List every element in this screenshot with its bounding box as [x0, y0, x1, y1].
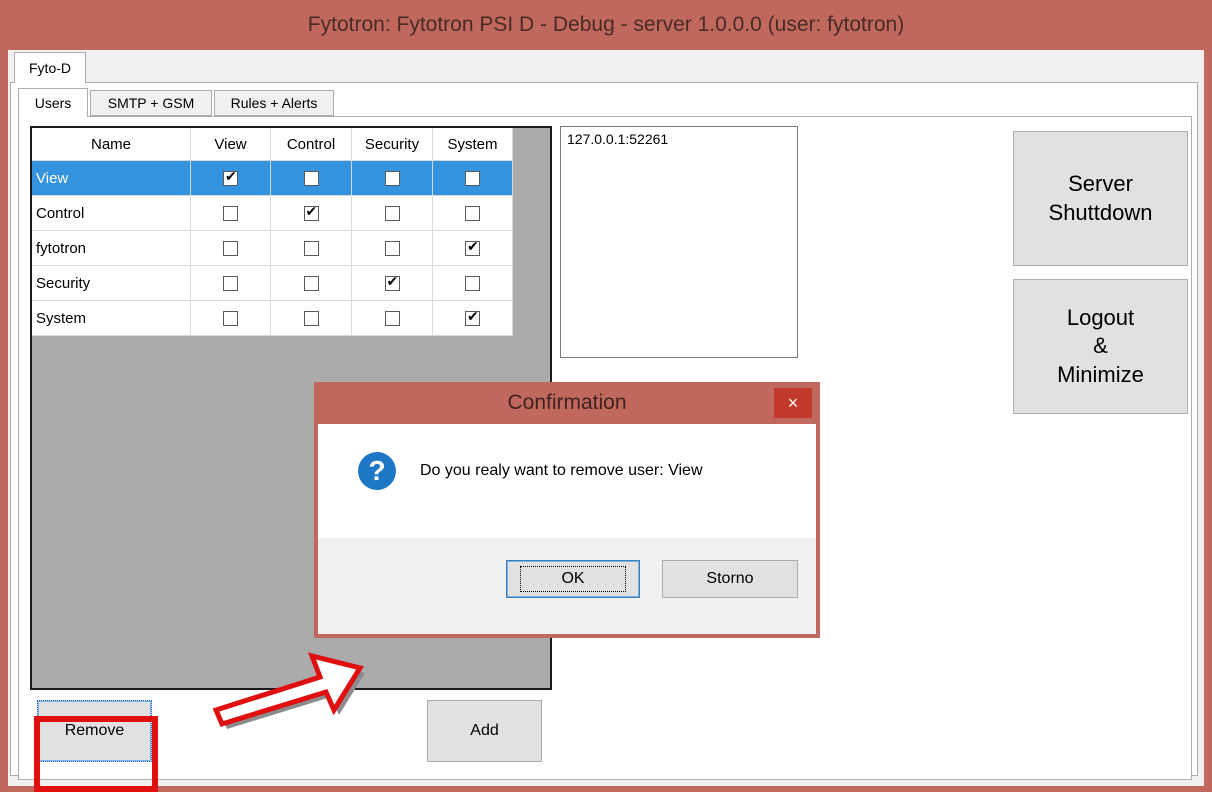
- permission-cell-control: [270, 160, 352, 196]
- security-permission-checkbox[interactable]: [384, 206, 400, 222]
- button-label-line: &: [1093, 333, 1108, 359]
- view-permission-checkbox[interactable]: [223, 206, 238, 222]
- permission-cell-system: [432, 160, 513, 196]
- table-row[interactable]: View: [32, 160, 513, 196]
- button-label: OK: [520, 565, 626, 593]
- dialog-title: Confirmation: [507, 391, 627, 414]
- add-button[interactable]: Add: [427, 700, 542, 762]
- system-permission-checkbox[interactable]: [465, 276, 480, 292]
- permission-cell-view: [190, 195, 271, 231]
- security-permission-checkbox[interactable]: [384, 274, 400, 292]
- dialog-body: ? Do you realy want to remove user: View…: [318, 424, 816, 634]
- button-label-line: Minimize: [1057, 361, 1144, 387]
- grid-header-row: Name View Control Security System: [32, 128, 513, 161]
- permission-cell-security: [351, 160, 433, 196]
- button-label-line: Shuttdown: [1048, 199, 1153, 225]
- permission-cell-system: [432, 265, 513, 301]
- security-permission-checkbox[interactable]: [384, 241, 400, 257]
- security-permission-checkbox[interactable]: [384, 311, 400, 327]
- tab-rules-alerts[interactable]: Rules + Alerts: [214, 90, 334, 116]
- button-label-line: Logout: [1066, 304, 1135, 330]
- tab-fyto-d[interactable]: Fyto-D: [14, 52, 86, 83]
- user-name-cell[interactable]: fytotron: [32, 230, 191, 266]
- column-header-security[interactable]: Security: [351, 128, 433, 161]
- control-permission-checkbox[interactable]: [303, 311, 319, 327]
- dialog-button-bar: OK Storno: [318, 538, 816, 634]
- permission-cell-system: [432, 195, 513, 231]
- user-name-cell[interactable]: Security: [32, 265, 191, 301]
- permission-cell-security: [351, 300, 433, 336]
- ok-button[interactable]: OK: [506, 560, 640, 598]
- confirmation-dialog: Confirmation × ? Do you realy want to re…: [314, 382, 820, 638]
- annotation-arrow-icon: [212, 652, 365, 729]
- table-row[interactable]: Security: [32, 265, 513, 301]
- permission-cell-view: [190, 265, 271, 301]
- list-item[interactable]: 127.0.0.1:52261: [567, 131, 791, 147]
- permission-cell-control: [270, 265, 352, 301]
- system-permission-checkbox[interactable]: [465, 171, 480, 187]
- table-row[interactable]: fytotron: [32, 230, 513, 266]
- control-permission-checkbox[interactable]: [303, 171, 319, 187]
- button-label: Add: [470, 721, 499, 739]
- server-shutdown-button[interactable]: Server Shuttdown: [1013, 131, 1188, 266]
- tab-label: SMTP + GSM: [107, 95, 195, 111]
- control-permission-checkbox[interactable]: [303, 241, 319, 257]
- permission-cell-system: [432, 300, 513, 336]
- storno-button[interactable]: Storno: [662, 560, 798, 598]
- tab-smtp-gsm[interactable]: SMTP + GSM: [90, 90, 212, 116]
- dialog-message: Do you realy want to remove user: View: [420, 462, 703, 479]
- column-header-view[interactable]: View: [190, 128, 271, 161]
- user-name-cell[interactable]: Control: [32, 195, 191, 231]
- column-header-system[interactable]: System: [432, 128, 513, 161]
- view-permission-checkbox[interactable]: [223, 241, 238, 257]
- security-permission-checkbox[interactable]: [384, 171, 400, 187]
- system-permission-checkbox[interactable]: [465, 206, 480, 222]
- logout-minimize-button[interactable]: Logout & Minimize: [1013, 279, 1188, 414]
- tab-label: Fyto-D: [29, 60, 71, 76]
- system-permission-checkbox[interactable]: [465, 309, 480, 327]
- tab-label: Rules + Alerts: [230, 95, 318, 111]
- permission-cell-view: [190, 300, 271, 336]
- close-icon[interactable]: ×: [774, 388, 812, 418]
- annotation-highlight-box: [34, 716, 158, 792]
- column-header-control[interactable]: Control: [270, 128, 352, 161]
- permission-cell-control: [270, 195, 352, 231]
- window-title: Fytotron: Fytotron PSI D - Debug - serve…: [307, 13, 905, 36]
- view-permission-checkbox[interactable]: [223, 276, 238, 292]
- column-header-name[interactable]: Name: [32, 128, 191, 161]
- tab-label: Users: [34, 95, 72, 111]
- permission-cell-control: [270, 300, 352, 336]
- control-permission-checkbox[interactable]: [303, 204, 319, 222]
- user-name-cell[interactable]: View: [32, 160, 191, 196]
- permission-cell-view: [190, 160, 271, 196]
- permission-cell-security: [351, 195, 433, 231]
- view-permission-checkbox[interactable]: [223, 311, 238, 327]
- permission-cell-system: [432, 230, 513, 266]
- permission-cell-control: [270, 230, 352, 266]
- table-row[interactable]: System: [32, 300, 513, 336]
- permission-cell-security: [351, 265, 433, 301]
- permission-cell-security: [351, 230, 433, 266]
- table-row[interactable]: Control: [32, 195, 513, 231]
- button-label: Storno: [706, 569, 754, 587]
- connections-list[interactable]: 127.0.0.1:52261: [560, 126, 798, 358]
- tab-users[interactable]: Users: [18, 88, 88, 117]
- user-name-cell[interactable]: System: [32, 300, 191, 336]
- question-icon: ?: [358, 452, 396, 490]
- permission-cell-view: [190, 230, 271, 266]
- view-permission-checkbox[interactable]: [223, 169, 238, 187]
- control-permission-checkbox[interactable]: [303, 276, 319, 292]
- system-permission-checkbox[interactable]: [465, 239, 480, 257]
- button-label-line: Server: [1068, 170, 1133, 196]
